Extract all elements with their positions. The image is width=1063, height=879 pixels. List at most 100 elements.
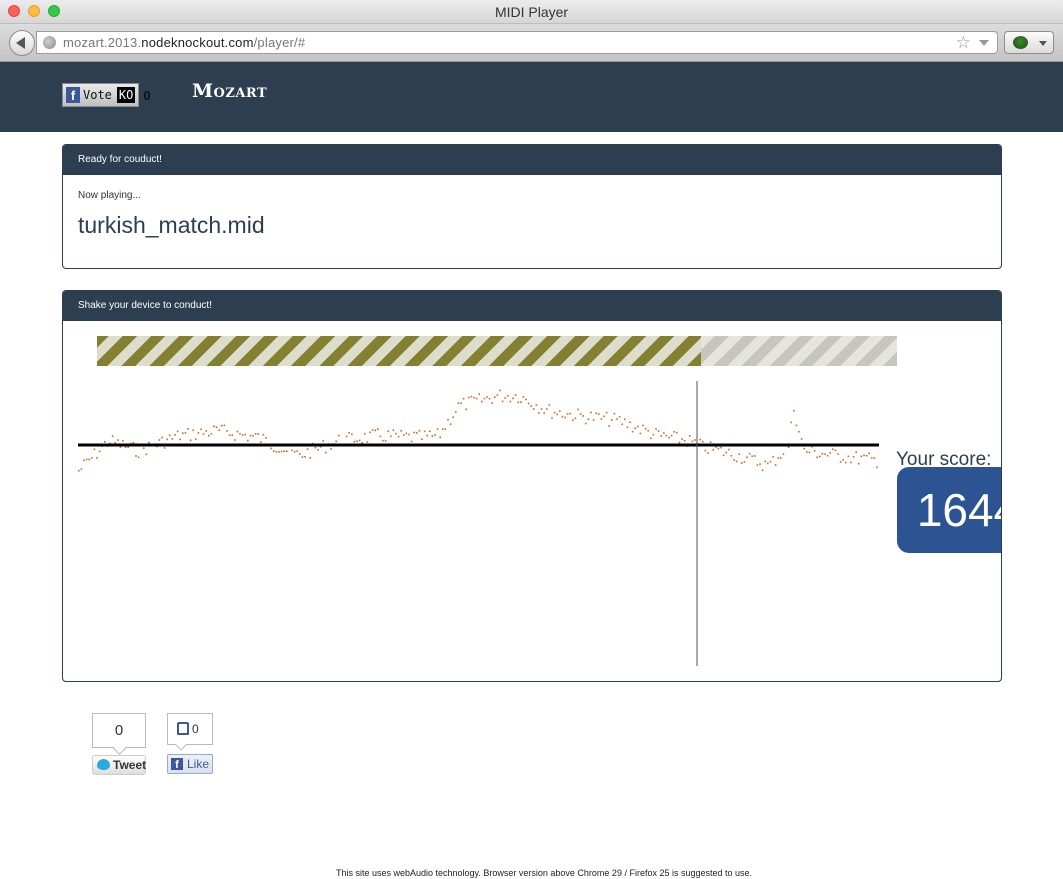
tempo-dot — [457, 402, 460, 404]
tempo-dot — [855, 451, 857, 453]
tempo-dot — [832, 448, 834, 450]
tempo-dot — [618, 415, 621, 418]
tempo-dot — [837, 453, 839, 455]
tempo-dot — [260, 441, 262, 443]
tempo-dot — [852, 456, 855, 458]
tempo-dot — [842, 459, 844, 461]
tempo-dot — [551, 417, 553, 419]
tempo-dots — [78, 389, 879, 472]
tempo-dot — [660, 435, 662, 437]
tempo-dot — [629, 421, 631, 424]
tempo-dot — [317, 449, 319, 451]
tempo-dot — [202, 433, 205, 435]
chevron-down-icon[interactable] — [979, 40, 989, 46]
tempo-dot — [520, 401, 522, 403]
tweet-button[interactable]: Tweet — [92, 755, 146, 775]
tempo-dot — [816, 456, 818, 459]
tempo-dot — [535, 404, 538, 406]
window-title: MIDI Player — [494, 4, 569, 20]
tempo-dot — [873, 457, 876, 459]
address-bar[interactable]: mozart.2013.nodeknockout.com/player/# ☆ — [36, 31, 998, 54]
tempo-dot — [475, 397, 478, 400]
tempo-dot — [746, 456, 748, 459]
back-button[interactable] — [9, 30, 35, 56]
tempo-dot — [774, 464, 777, 466]
tempo-dot — [371, 429, 374, 431]
tempo-dot — [631, 430, 634, 433]
tempo-dot — [426, 434, 428, 437]
tempo-dot — [579, 413, 582, 415]
tempo-dot — [98, 450, 101, 453]
tempo-dot — [182, 432, 184, 434]
tempo-dot — [387, 430, 389, 433]
tempo-dot — [119, 446, 122, 448]
tempo-dot — [382, 439, 384, 442]
tempo-dot — [249, 434, 252, 437]
tempo-dot — [824, 453, 826, 455]
tempo-dot — [798, 430, 800, 433]
tempo-dot — [709, 441, 712, 443]
vote-ko-widget: f Vote KO 0 — [62, 83, 151, 107]
tempo-dot — [865, 454, 868, 457]
tempo-dot — [813, 450, 816, 452]
tempo-dot — [712, 449, 714, 451]
tempo-dot — [540, 408, 543, 410]
conduct-panel: Shake your device to conduct! Your score… — [62, 290, 1002, 682]
tempo-dot — [254, 433, 257, 435]
tempo-dot — [338, 434, 340, 437]
tempo-dot — [605, 411, 608, 414]
tempo-dot — [494, 396, 496, 398]
tempo-dot — [335, 440, 337, 443]
tempo-dot — [306, 448, 309, 450]
tempo-dot — [169, 434, 171, 437]
tempo-dot — [790, 421, 792, 424]
tempo-dot — [296, 450, 298, 452]
tempo-dot — [418, 430, 421, 432]
tempo-dot — [390, 435, 392, 438]
tempo-dot — [104, 441, 106, 443]
tempo-dot — [673, 431, 675, 433]
tempo-dot — [546, 408, 548, 410]
tempo-dot — [278, 451, 280, 453]
facebook-like-button[interactable]: f Like — [167, 754, 213, 774]
tempo-dot — [637, 425, 639, 428]
tempo-dot — [611, 419, 613, 421]
tempo-dot — [91, 457, 93, 459]
vote-ko-button[interactable]: f Vote KO — [62, 83, 140, 107]
tempo-dot — [275, 450, 278, 453]
tempo-dot — [598, 413, 600, 415]
tempo-dot — [364, 433, 366, 435]
tempo-dot — [530, 405, 532, 407]
tempo-dot — [590, 411, 592, 414]
tempo-dot — [455, 411, 457, 413]
tempo-dot — [356, 440, 358, 443]
globe-icon — [43, 36, 56, 49]
tempo-dot — [239, 432, 241, 435]
tempo-dot — [793, 409, 795, 412]
tempo-dot — [725, 451, 727, 454]
tempo-dot — [592, 419, 595, 421]
brand-logo[interactable]: Mozart — [192, 80, 267, 102]
tempo-dot — [871, 457, 873, 459]
tempo-dot — [616, 418, 618, 420]
tempo-dot — [400, 430, 402, 432]
tweet-count: 0 — [92, 713, 146, 748]
tempo-dot — [717, 447, 720, 450]
facebook-icon: f — [171, 758, 183, 771]
tempo-dot — [639, 432, 642, 435]
tempo-dot — [226, 430, 228, 432]
tempo-dot — [569, 412, 571, 415]
tempo-dot — [366, 441, 369, 443]
tempo-dot — [483, 397, 486, 400]
tempo-dot — [738, 453, 740, 456]
tempo-dot — [392, 429, 395, 432]
tempo-dot — [379, 435, 382, 438]
tempo-dot — [767, 462, 769, 465]
tempo-dot — [488, 397, 491, 400]
tempo-dot — [473, 396, 475, 399]
song-filename: turkish_match.mid — [78, 212, 265, 238]
bookmark-star-icon[interactable]: ☆ — [956, 33, 971, 53]
extension-button[interactable] — [1004, 31, 1054, 54]
tempo-dot — [787, 446, 790, 448]
tempo-dot — [772, 456, 774, 458]
